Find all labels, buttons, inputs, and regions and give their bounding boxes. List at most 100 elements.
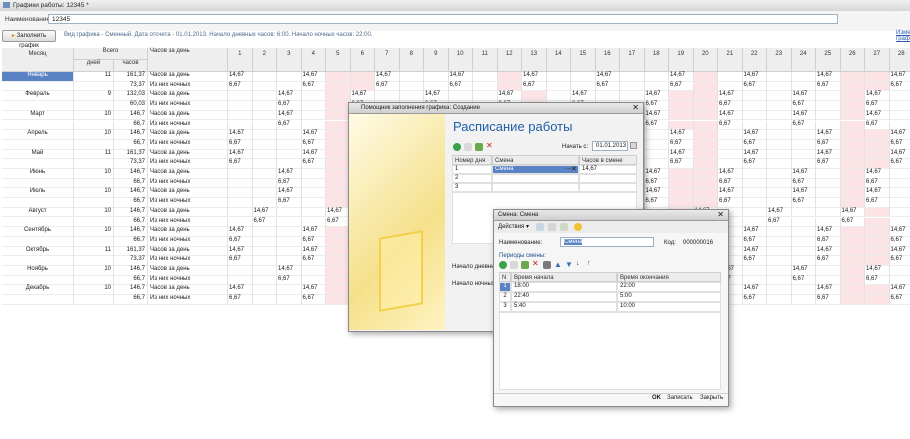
night-cell[interactable] xyxy=(301,120,326,131)
day-cell[interactable]: 14,67 xyxy=(375,72,400,82)
night-cell[interactable]: 6,67 xyxy=(889,159,910,169)
period-end-cell[interactable]: 5:00 xyxy=(617,292,721,302)
day-cell[interactable] xyxy=(277,207,302,218)
end-edit-icon[interactable] xyxy=(543,261,551,269)
add-icon[interactable] xyxy=(499,261,507,269)
shift-cell[interactable] xyxy=(492,183,579,192)
night-cell[interactable] xyxy=(693,81,718,92)
day-cell[interactable] xyxy=(791,246,816,257)
night-cell[interactable] xyxy=(277,159,302,169)
night-cell[interactable] xyxy=(693,198,718,208)
day-cell[interactable] xyxy=(865,246,890,257)
night-cell[interactable] xyxy=(252,139,277,150)
day-cell[interactable] xyxy=(252,266,277,276)
night-cell[interactable] xyxy=(277,81,302,92)
night-cell[interactable]: 6,67 xyxy=(301,159,326,169)
month-name[interactable]: Июнь xyxy=(2,169,74,179)
night-cell[interactable] xyxy=(742,198,767,208)
day-cell[interactable] xyxy=(791,207,816,218)
day-cell[interactable] xyxy=(350,72,375,82)
day-cell[interactable]: 14,67 xyxy=(742,72,767,82)
copy-icon[interactable] xyxy=(464,143,472,151)
day-cell[interactable] xyxy=(840,149,865,160)
night-cell[interactable] xyxy=(326,120,351,131)
day-cell[interactable] xyxy=(473,72,498,82)
day-cell[interactable] xyxy=(742,91,767,102)
night-cell[interactable]: 6,67 xyxy=(277,101,302,111)
night-cell[interactable] xyxy=(742,275,767,286)
day-cell[interactable] xyxy=(791,149,816,160)
night-cell[interactable] xyxy=(840,275,865,286)
month-name[interactable]: Апрель xyxy=(2,130,74,140)
day-cell[interactable]: 14,67 xyxy=(424,91,449,102)
day-cell[interactable] xyxy=(277,227,302,237)
night-cell[interactable]: 6,67 xyxy=(816,295,841,305)
night-cell[interactable]: 6,67 xyxy=(228,139,253,150)
night-cell[interactable] xyxy=(840,236,865,247)
night-cell[interactable]: 6,67 xyxy=(326,217,351,228)
night-cell[interactable]: 6,67 xyxy=(277,178,302,189)
name-field[interactable]: 12345 xyxy=(48,14,838,24)
day-cell[interactable] xyxy=(326,227,351,237)
night-cell[interactable]: 6,67 xyxy=(889,140,910,150)
day-cell[interactable]: 14,67 xyxy=(889,130,910,140)
night-cell[interactable]: 6,67 xyxy=(889,237,910,247)
night-cell[interactable]: 6,67 xyxy=(718,120,743,131)
night-cell[interactable] xyxy=(840,101,865,111)
day-cell[interactable] xyxy=(644,72,669,82)
day-cell[interactable] xyxy=(693,72,718,82)
shift-name-field[interactable]: Смена xyxy=(560,237,654,247)
day-cell[interactable] xyxy=(816,91,841,102)
day-cell[interactable] xyxy=(865,72,890,82)
night-cell[interactable] xyxy=(767,139,792,150)
day-cell[interactable] xyxy=(571,72,596,82)
night-cell[interactable] xyxy=(767,81,792,92)
day-cell[interactable] xyxy=(301,207,326,218)
day-cell[interactable] xyxy=(840,110,865,121)
night-cell[interactable] xyxy=(399,81,424,92)
night-cell[interactable]: 6,67 xyxy=(889,256,910,266)
day-cell[interactable] xyxy=(767,169,792,179)
day-cell[interactable]: 14,67 xyxy=(228,149,253,160)
night-cell[interactable]: 6,67 xyxy=(277,275,302,286)
night-cell[interactable] xyxy=(620,81,645,92)
day-cell[interactable]: 14,67 xyxy=(644,110,669,121)
day-cell[interactable] xyxy=(742,169,767,179)
night-cell[interactable] xyxy=(816,120,841,131)
night-cell[interactable] xyxy=(326,295,351,305)
delete-icon[interactable]: ✕ xyxy=(532,259,539,268)
day-cell[interactable]: 14,67 xyxy=(865,169,890,179)
day-cell[interactable]: 14,67 xyxy=(742,130,767,140)
night-cell[interactable] xyxy=(252,198,277,208)
day-cell[interactable] xyxy=(816,266,841,276)
day-cell[interactable] xyxy=(326,285,351,296)
night-cell[interactable]: 6,67 xyxy=(865,178,890,189)
night-cell[interactable] xyxy=(228,198,253,208)
day-cell[interactable] xyxy=(865,207,890,218)
day-cell[interactable]: 14,67 xyxy=(301,246,326,257)
day-cell[interactable]: 14,67 xyxy=(669,149,694,160)
day-cell[interactable]: 14,67 xyxy=(571,91,596,102)
day-cell[interactable] xyxy=(742,110,767,121)
day-cell[interactable] xyxy=(767,246,792,257)
day-cell[interactable] xyxy=(791,285,816,296)
day-cell[interactable] xyxy=(840,266,865,276)
day-cell[interactable]: 14,67 xyxy=(669,72,694,82)
night-cell[interactable] xyxy=(326,159,351,169)
day-cell[interactable] xyxy=(277,72,302,82)
day-cell[interactable] xyxy=(767,188,792,199)
day-cell[interactable] xyxy=(301,266,326,276)
day-cell[interactable] xyxy=(767,72,792,82)
day-cell[interactable] xyxy=(742,188,767,199)
night-cell[interactable] xyxy=(252,256,277,266)
night-cell[interactable]: 6,67 xyxy=(865,198,890,208)
day-cell[interactable] xyxy=(767,149,792,160)
day-cell[interactable] xyxy=(718,72,743,82)
day-cell[interactable] xyxy=(448,91,473,102)
day-cell[interactable] xyxy=(277,246,302,257)
night-cell[interactable]: 6,67 xyxy=(742,295,767,305)
period-start-cell[interactable]: 22:40 xyxy=(511,292,617,302)
day-cell[interactable]: 14,67 xyxy=(889,285,910,296)
night-cell[interactable]: 6,67 xyxy=(277,120,302,131)
day-cell[interactable] xyxy=(277,130,302,140)
